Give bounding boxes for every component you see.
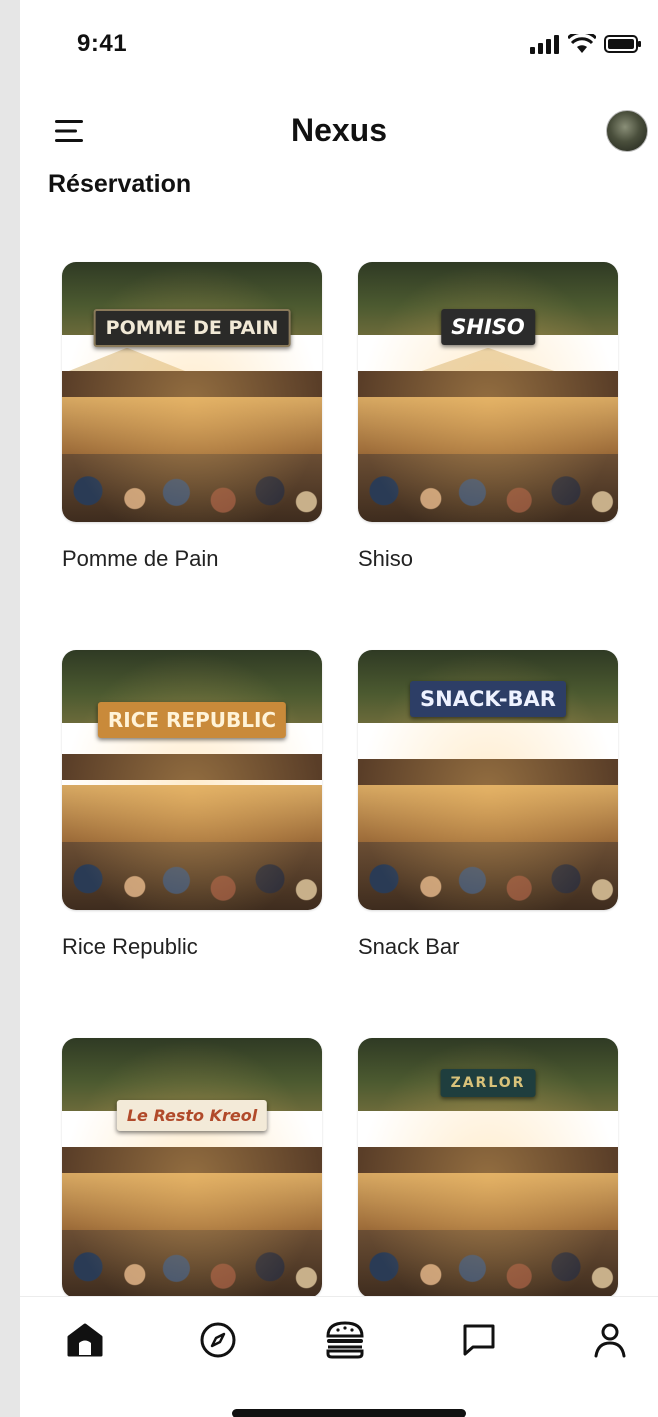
- restaurant-thumbnail: RICE REPUBLIC: [62, 650, 322, 910]
- storefront-sign: POMME DE PAIN: [93, 308, 291, 347]
- tab-messages[interactable]: [454, 1315, 504, 1365]
- storefront-sign: Le Resto Kreol: [116, 1100, 268, 1132]
- profile-icon: [594, 1323, 626, 1358]
- storefront-sign: SNACK-BAR: [410, 681, 566, 718]
- restaurant-card-zarlor[interactable]: ZARLOR: [358, 1038, 618, 1322]
- tab-explore[interactable]: [193, 1315, 243, 1365]
- restaurant-name: Shiso: [358, 546, 414, 571]
- phone-screen: 9:41 Nexus Réservation POMME DE PAIN Pom…: [20, 0, 658, 1417]
- restaurant-card-snack-bar[interactable]: SNACK-BAR Snack Bar: [358, 650, 618, 960]
- restaurant-card-rice-republic[interactable]: RICE REPUBLIC Rice Republic: [62, 650, 322, 960]
- home-icon: [67, 1323, 103, 1357]
- chat-icon: [463, 1324, 495, 1356]
- tab-profile[interactable]: [585, 1315, 635, 1365]
- storefront-sign: ZARLOR: [440, 1069, 536, 1098]
- restaurant-card-shiso[interactable]: SHISO Shiso: [358, 262, 618, 572]
- home-indicator: [232, 1409, 466, 1417]
- restaurant-name: Rice Republic: [62, 934, 198, 959]
- bottom-tab-bar: [20, 1296, 658, 1417]
- restaurant-thumbnail: SHISO: [358, 262, 618, 522]
- restaurant-thumbnail: ZARLOR: [358, 1038, 618, 1298]
- restaurant-name: Pomme de Pain: [62, 546, 219, 571]
- tab-home[interactable]: [60, 1315, 110, 1365]
- restaurant-name: Snack Bar: [358, 934, 460, 959]
- burger-icon: [326, 1321, 364, 1359]
- restaurant-grid: POMME DE PAIN Pomme de Pain SHISO Shiso: [20, 0, 658, 1300]
- restaurant-thumbnail: SNACK-BAR: [358, 650, 618, 910]
- restaurant-thumbnail: Le Resto Kreol: [62, 1038, 322, 1298]
- storefront-sign: RICE REPUBLIC: [97, 702, 287, 738]
- restaurant-card-pomme-de-pain[interactable]: POMME DE PAIN Pomme de Pain: [62, 262, 322, 572]
- restaurant-card-le-resto-kreol[interactable]: Le Resto Kreol: [62, 1038, 322, 1322]
- storefront-sign: SHISO: [441, 308, 535, 345]
- compass-icon: [200, 1322, 236, 1358]
- tab-food[interactable]: [320, 1315, 370, 1365]
- restaurant-thumbnail: POMME DE PAIN: [62, 262, 322, 522]
